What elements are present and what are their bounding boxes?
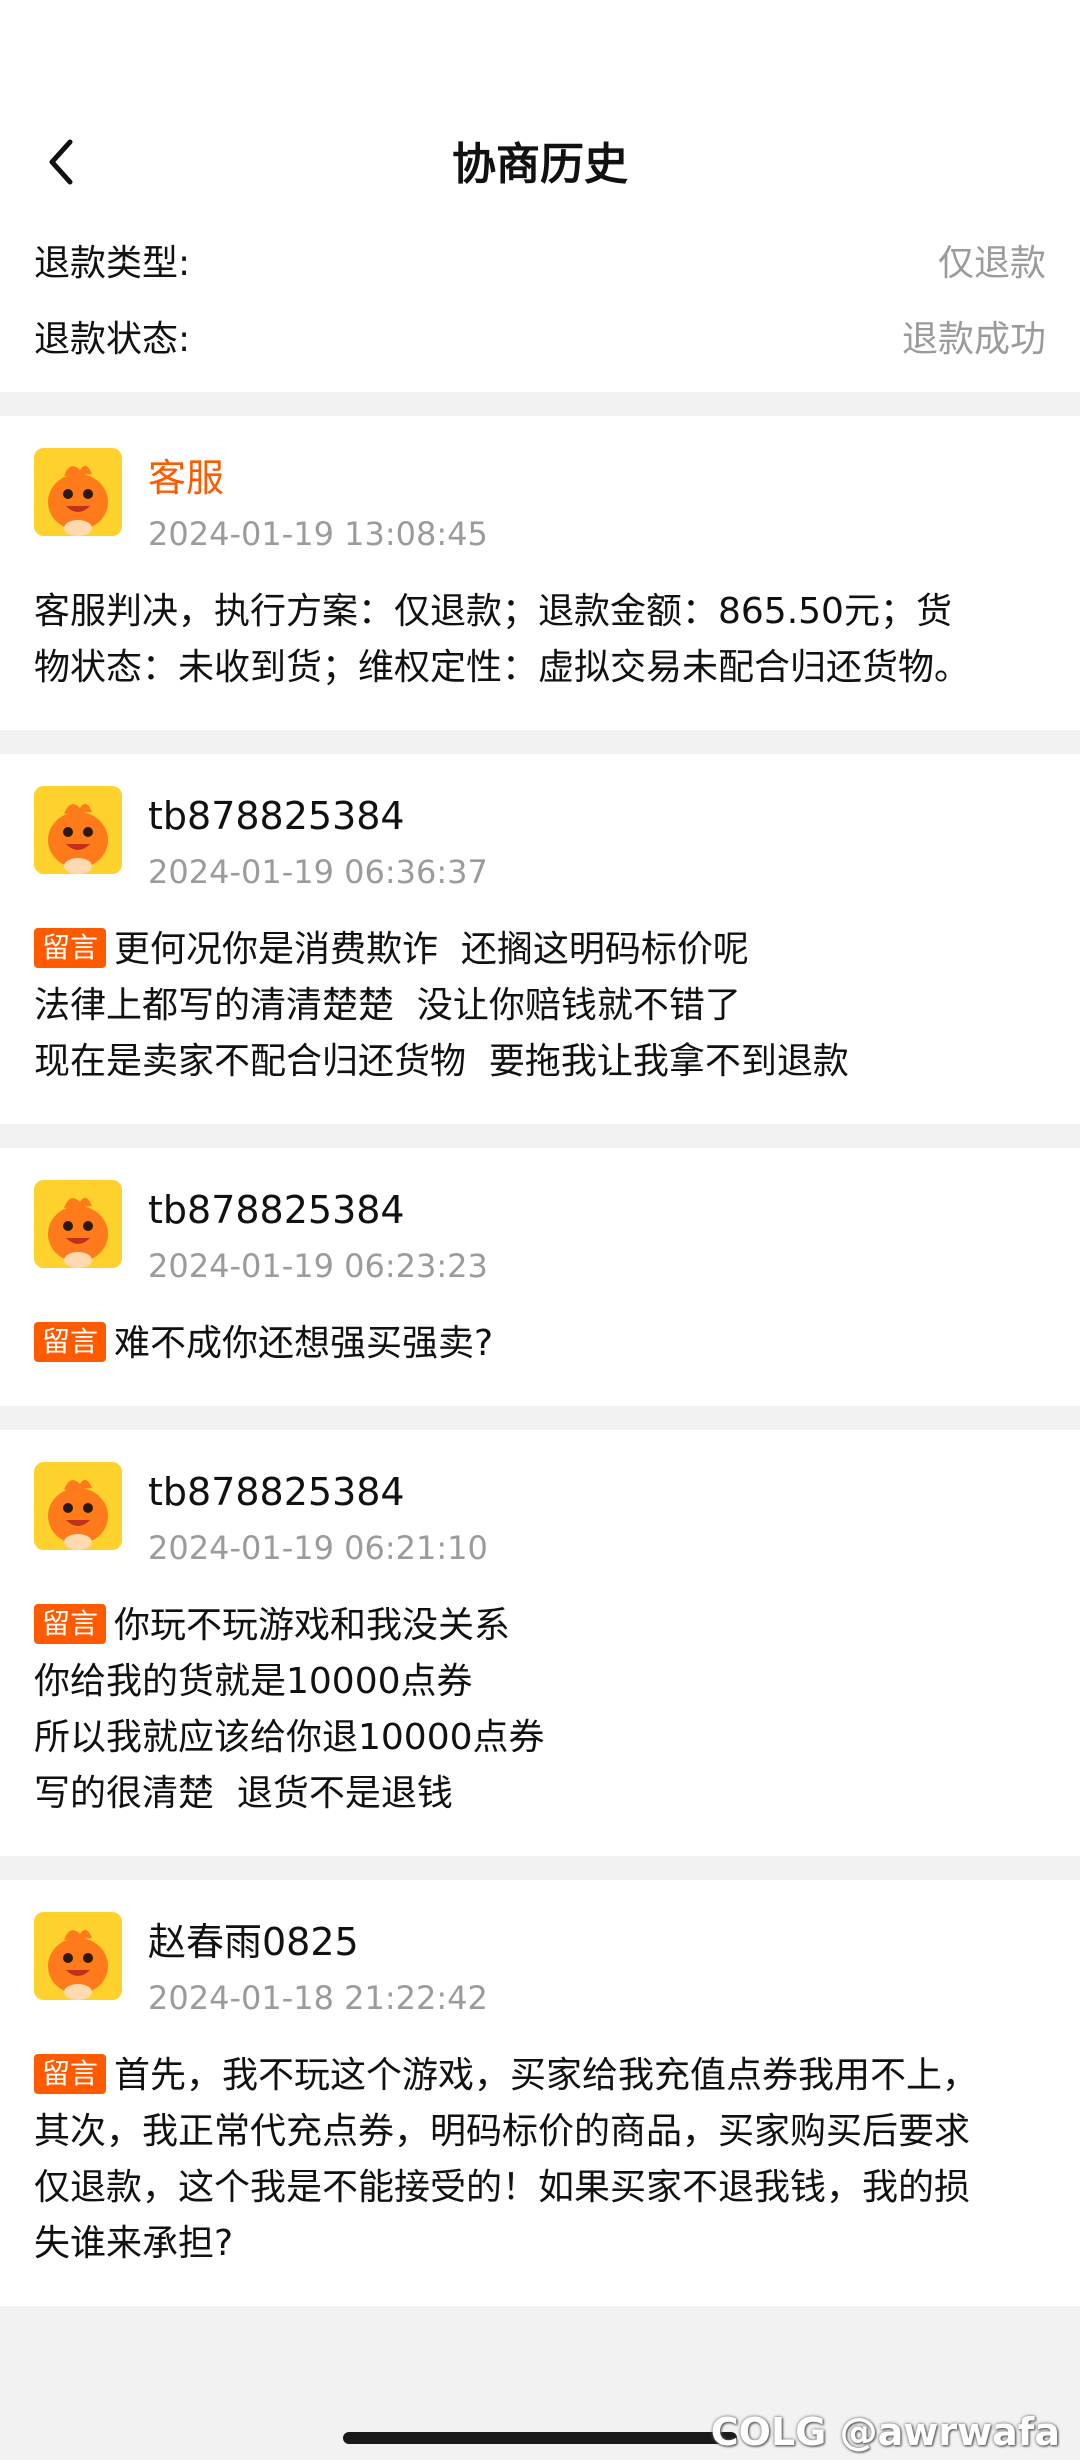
negotiation-record: tb878825384 2024-01-19 06:21:10 留言 你玩不玩游戏和我…: [0, 1430, 1080, 1856]
message-tag-badge: 留言: [34, 1604, 107, 1644]
record-meta: 赵春雨0825 2024-01-18 21:22:42: [148, 1912, 488, 2020]
avatar: [34, 1912, 122, 2000]
message-line: 客服判决，执行方案：仅退款；退款金额：865.50元；货: [34, 584, 1046, 640]
watermark: COLG @awrwafa: [710, 2410, 1060, 2454]
message-tag-badge: 留言: [34, 928, 107, 968]
record-author: 赵春雨0825: [148, 1920, 359, 1964]
refund-type-value: 仅退款: [937, 243, 1046, 284]
mascot-avatar-icon: [34, 1180, 122, 1268]
record-timestamp: 2024-01-19 06:23:23: [148, 1247, 488, 1285]
record-meta: tb878825384 2024-01-19 06:36:37: [148, 786, 488, 894]
record-timestamp: 2024-01-19 06:21:10: [148, 1529, 488, 1567]
record-author: tb878825384: [148, 1470, 405, 1514]
message-line: 留言 首先，我不玩这个游戏，买家给我充值点券我用不上，: [34, 2048, 1046, 2104]
page-title: 协商历史: [452, 139, 628, 190]
message-text: 现在是卖家不配合归还货物 要拖我让我拿不到退款: [34, 1041, 849, 1082]
record-meta: tb878825384 2024-01-19 06:21:10: [148, 1462, 488, 1570]
message-text: 更何况你是消费欺诈 还搁这明码标价呢: [114, 929, 749, 970]
message-line: 现在是卖家不配合归还货物 要拖我让我拿不到退款: [34, 1034, 1046, 1090]
negotiation-record: tb878825384 2024-01-19 06:36:37 留言 更何况你是消费欺…: [0, 754, 1080, 1124]
record-message: 客服判决，执行方案：仅退款；退款金额：865.50元；货 物状态：未收到货；维权定…: [34, 584, 1046, 696]
mascot-avatar-icon: [34, 448, 122, 536]
message-line: 仅退款，这个我是不能接受的！如果买家不退我钱，我的损: [34, 2160, 1046, 2216]
message-text: 客服判决，执行方案：仅退款；退款金额：865.50元；货: [34, 591, 952, 632]
message-text: 难不成你还想强买强卖?: [114, 1323, 494, 1364]
refund-info-section: 退款类型: 仅退款 退款状态: 退款成功: [0, 220, 1080, 392]
message-text: 所以我就应该给你退10000点券: [34, 1717, 545, 1758]
avatar: [34, 1462, 122, 1550]
refund-status-label: 退款状态:: [34, 319, 191, 360]
record-header: tb878825384 2024-01-19 06:21:10: [34, 1462, 1046, 1570]
record-message: 留言 更何况你是消费欺诈 还搁这明码标价呢法律上都写的清清楚楚 没让你赔钱就不错了…: [34, 922, 1046, 1090]
refund-status-value: 退款成功: [901, 319, 1046, 360]
record-author: tb878825384: [148, 1188, 405, 1232]
negotiation-record: 客服 2024-01-19 13:08:45 客服判决，执行方案：仅退款；退款金额：…: [0, 416, 1080, 730]
record-header: tb878825384 2024-01-19 06:23:23: [34, 1180, 1046, 1288]
nav-bar: 协商历史: [0, 100, 1080, 220]
record-author: tb878825384: [148, 794, 405, 838]
record-meta: 客服 2024-01-19 13:08:45: [148, 448, 488, 556]
message-line: 留言 更何况你是消费欺诈 还搁这明码标价呢: [34, 922, 1046, 978]
message-line: 物状态：未收到货；维权定性：虚拟交易未配合归还货物。: [34, 640, 1046, 696]
status-bar: [0, 0, 1080, 100]
message-text: 你给我的货就是10000点券: [34, 1661, 473, 1702]
record-timestamp: 2024-01-19 06:36:37: [148, 853, 488, 891]
mascot-avatar-icon: [34, 1912, 122, 2000]
mascot-avatar-icon: [34, 1462, 122, 1550]
message-text: 你玩不玩游戏和我没关系: [114, 1605, 511, 1646]
message-text: 写的很清楚 退货不是退钱: [34, 1773, 453, 1814]
message-line: 失谁来承担?: [34, 2216, 1046, 2272]
message-line: 写的很清楚 退货不是退钱: [34, 1766, 1046, 1822]
mascot-avatar-icon: [34, 786, 122, 874]
record-message: 留言 你玩不玩游戏和我没关系你给我的货就是10000点券所以我就应该给你退1000…: [34, 1598, 1046, 1822]
record-header: 客服 2024-01-19 13:08:45: [34, 448, 1046, 556]
message-line: 其次，我正常代充点券，明码标价的商品，买家购买后要求: [34, 2104, 1046, 2160]
message-line: 留言 你玩不玩游戏和我没关系: [34, 1598, 1046, 1654]
avatar: [34, 448, 122, 536]
record-timestamp: 2024-01-18 21:22:42: [148, 1979, 488, 2017]
record-header: tb878825384 2024-01-19 06:36:37: [34, 786, 1046, 894]
message-line: 法律上都写的清清楚楚 没让你赔钱就不错了: [34, 978, 1046, 1034]
message-text: 仅退款，这个我是不能接受的！如果买家不退我钱，我的损: [34, 2167, 971, 2208]
message-text: 其次，我正常代充点券，明码标价的商品，买家购买后要求: [34, 2111, 971, 2152]
negotiation-record: 赵春雨0825 2024-01-18 21:22:42 留言 首先，我不玩这个游戏，买…: [0, 1880, 1080, 2306]
record-author: 客服: [148, 456, 225, 500]
message-line: 留言 难不成你还想强买强卖?: [34, 1316, 1046, 1372]
message-text: 物状态：未收到货；维权定性：虚拟交易未配合归还货物。: [34, 647, 971, 688]
message-tag-badge: 留言: [34, 2054, 107, 2094]
refund-status-row: 退款状态: 退款成功: [34, 298, 1046, 374]
refund-type-label: 退款类型:: [34, 243, 191, 284]
avatar: [34, 786, 122, 874]
message-line: 所以我就应该给你退10000点券: [34, 1710, 1046, 1766]
record-header: 赵春雨0825 2024-01-18 21:22:42: [34, 1912, 1046, 2020]
refund-type-row: 退款类型: 仅退款: [34, 222, 1046, 298]
message-text: 法律上都写的清清楚楚 没让你赔钱就不错了: [34, 985, 741, 1026]
record-timestamp: 2024-01-19 13:08:45: [148, 515, 488, 553]
negotiation-record: tb878825384 2024-01-19 06:23:23 留言 难不成你还想强买…: [0, 1148, 1080, 1406]
message-text: 失谁来承担?: [34, 2223, 234, 2264]
message-tag-badge: 留言: [34, 1322, 107, 1362]
record-meta: tb878825384 2024-01-19 06:23:23: [148, 1180, 488, 1288]
message-text: 首先，我不玩这个游戏，买家给我充值点券我用不上，: [114, 2055, 979, 2096]
record-message: 留言 难不成你还想强买强卖?: [34, 1316, 1046, 1372]
message-line: 你给我的货就是10000点券: [34, 1654, 1046, 1710]
negotiation-record-list: 客服 2024-01-19 13:08:45 客服判决，执行方案：仅退款；退款金额：…: [0, 416, 1080, 2306]
home-indicator[interactable]: [343, 2432, 737, 2444]
avatar: [34, 1180, 122, 1268]
record-message: 留言 首先，我不玩这个游戏，买家给我充值点券我用不上， 其次，我正常代充点券，明码标…: [34, 2048, 1046, 2272]
